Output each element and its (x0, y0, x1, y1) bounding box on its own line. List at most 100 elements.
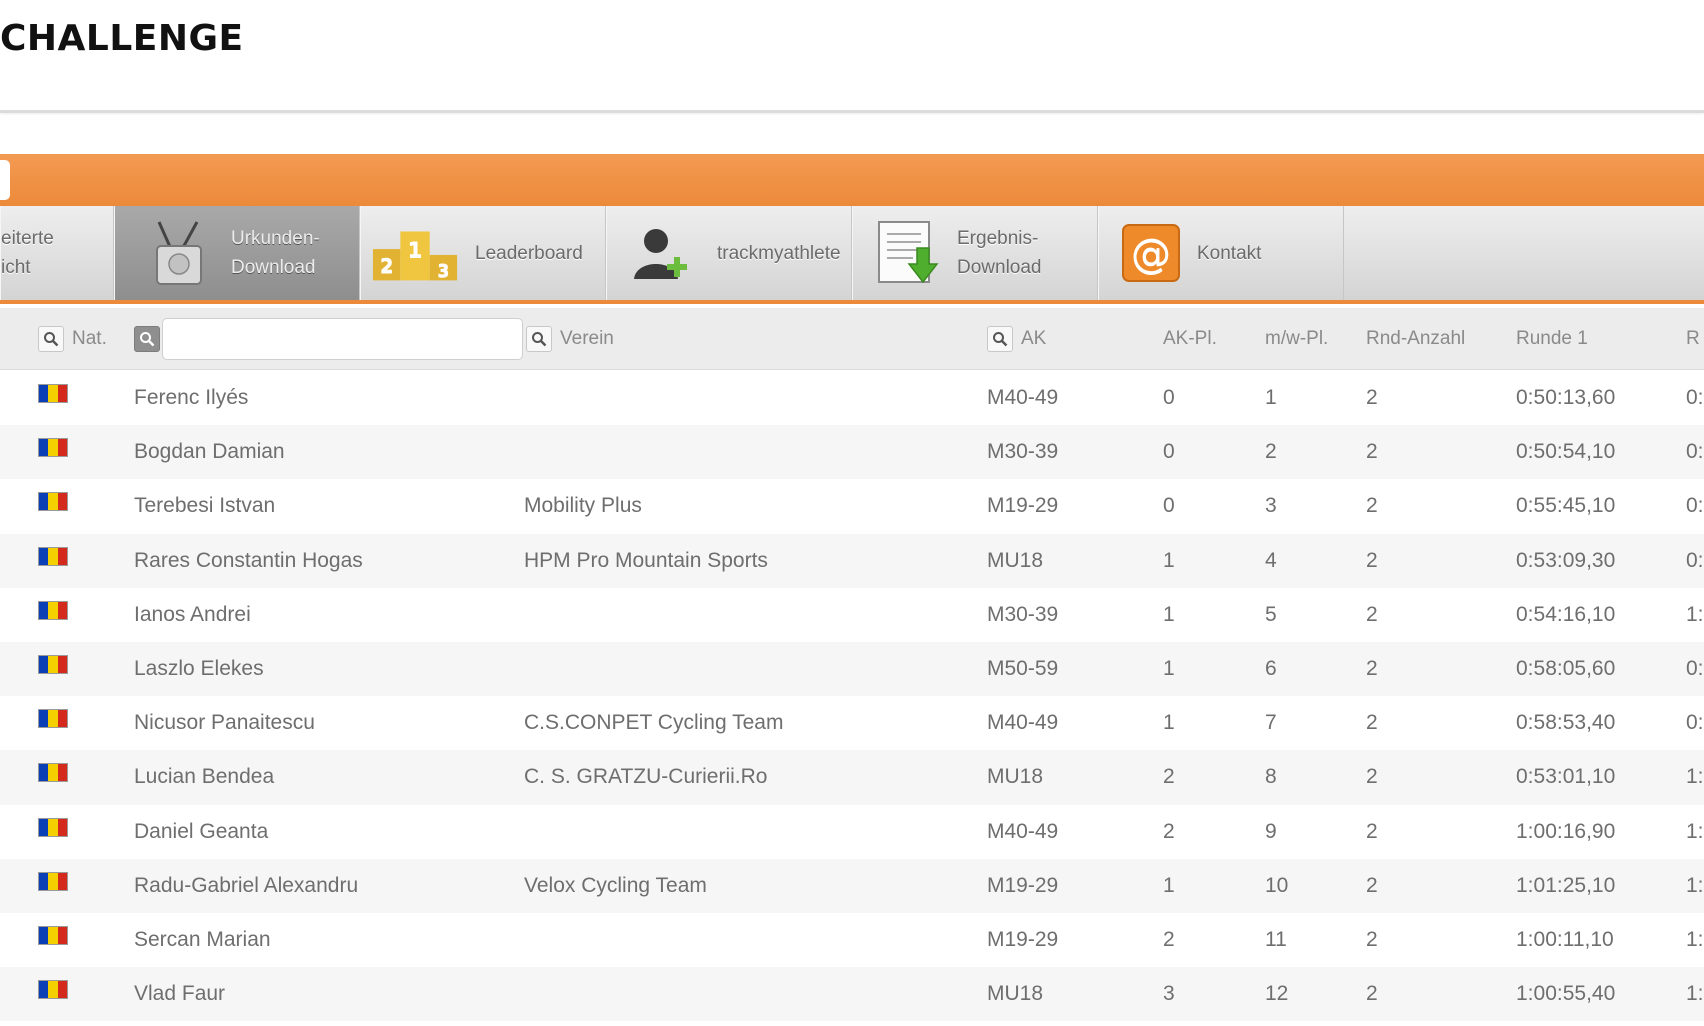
cell-name: Daniel Geanta (134, 819, 269, 843)
cell-r1: 0:58:53,40 (1516, 711, 1616, 735)
cell-r1: 1:00:55,40 (1516, 982, 1616, 1006)
cell-r1: 1:01:25,10 (1516, 873, 1616, 897)
th-mw-label: m/w-Pl. (1265, 328, 1329, 349)
th-nat: Nat. (38, 308, 107, 370)
table-row[interactable]: Laszlo Elekes M50-59 1 6 2 0:58:05,60 0: (0, 641, 1704, 697)
table-row[interactable]: Nicusor Panaitescu C.S.CONPET Cycling Tea… (0, 696, 1704, 750)
cell-rnd: 2 (1366, 927, 1378, 951)
podium-icon: 2 1 3 (371, 223, 461, 283)
cell-r2: 0: (1686, 657, 1704, 681)
results-table-body: Ferenc Ilyés M40-49 0 1 2 0:50:13,60 0: Bogdan … (0, 371, 1704, 1022)
search-icon[interactable] (987, 326, 1013, 352)
th-runde2-label: R (1686, 328, 1700, 349)
cell-name: Ferenc Ilyés (134, 386, 249, 410)
cell-name: Bogdan Damian (134, 440, 285, 464)
th-runde1-label: Runde 1 (1516, 328, 1588, 349)
cell-mw: 1 (1265, 386, 1277, 410)
th-runde1[interactable]: Runde 1 (1516, 308, 1588, 370)
svg-text:@: @ (1131, 231, 1171, 277)
cell-r2: 0: (1686, 548, 1704, 572)
cell-mw: 5 (1265, 602, 1277, 626)
cell-ak: M50-59 (987, 657, 1059, 681)
cell-rnd: 2 (1366, 982, 1378, 1006)
cell-rnd: 2 (1366, 440, 1378, 464)
podium-second: 2 (380, 255, 394, 278)
nav-item-kontakt[interactable]: @ Kontakt (1098, 206, 1344, 300)
table-row[interactable]: Rares Constantin Hogas HPM Pro Mountain S… (0, 533, 1704, 588)
th-runde2[interactable]: R (1686, 308, 1700, 370)
table-row[interactable]: Sercan Marian M19-29 2 11 2 1:00:11,10 1: (0, 913, 1704, 967)
table-row[interactable]: Radu-Gabriel Alexandru Velox Cycling Team… (0, 858, 1704, 913)
nav-item-label: Ergebnis- Download (957, 228, 1042, 278)
cell-ak: M19-29 (987, 927, 1059, 951)
cell-akpl: 3 (1163, 982, 1175, 1006)
cell-akpl: 1 (1163, 711, 1175, 735)
cell-ak: MU18 (987, 982, 1044, 1006)
user-add-icon (627, 225, 697, 281)
cell-r1: 0:58:05,60 (1516, 657, 1616, 681)
cell-name: Radu-Gabriel Alexandru (134, 873, 359, 897)
cell-club: Mobility Plus (524, 494, 642, 518)
certificate-medal-icon (139, 220, 219, 286)
cell-name: Lucian Bendea (134, 765, 275, 789)
nav-item-label: trackmyathlete (717, 242, 841, 264)
cell-r1: 0:53:01,10 (1516, 765, 1616, 789)
nav-item-label: Kontakt (1197, 242, 1262, 264)
table-row[interactable]: Bogdan Damian M30-39 0 2 2 0:50:54,10 0: (0, 425, 1704, 480)
cell-akpl: 0 (1163, 494, 1175, 518)
th-mw[interactable]: m/w-Pl. (1265, 308, 1328, 370)
cell-mw: 3 (1265, 494, 1277, 518)
search-icon[interactable] (526, 326, 552, 352)
th-akpl-label: AK-Pl. (1163, 328, 1217, 349)
tab-stub[interactable] (0, 160, 10, 200)
cell-name: Vlad Faur (134, 982, 226, 1006)
cell-ak: M30-39 (987, 440, 1059, 464)
name-search-input[interactable] (162, 318, 523, 360)
flag-romania-icon (38, 763, 68, 783)
cell-r2: 1: (1686, 765, 1704, 789)
cell-mw: 9 (1265, 819, 1277, 843)
nav-item-erweiterte[interactable]: eiterte icht (0, 206, 114, 300)
table-row[interactable]: Vlad Faur MU18 3 12 2 1:00:55,40 1: (0, 967, 1704, 1022)
cell-mw: 2 (1265, 440, 1277, 464)
cell-r1: 1:00:16,90 (1516, 819, 1616, 843)
cell-name: Terebesi Istvan (134, 494, 276, 518)
nav-item-urkunden-download[interactable]: Urkunden- Download (114, 206, 360, 300)
cell-r1: 0:50:13,60 (1516, 386, 1616, 410)
table-row[interactable]: Lucian Bendea C. S. GRATZU-Curierii.Ro MU1… (0, 750, 1704, 805)
flag-romania-icon (38, 384, 68, 403)
flag-romania-icon (38, 871, 68, 891)
cell-mw: 12 (1265, 982, 1289, 1006)
cell-akpl: 2 (1163, 927, 1175, 951)
cell-akpl: 1 (1163, 548, 1175, 572)
cell-r2: 0: (1686, 494, 1704, 518)
cell-rnd: 2 (1366, 873, 1378, 897)
nav-item-ergebnis-download[interactable]: Ergebnis- Download (852, 206, 1098, 300)
cell-name: Ianos Andrei (134, 602, 251, 626)
th-verein: Verein (526, 308, 614, 370)
cell-r2: 0: (1686, 440, 1704, 464)
cell-ak: M30-39 (987, 602, 1059, 626)
cell-rnd: 2 (1366, 386, 1378, 410)
table-row[interactable]: Terebesi Istvan Mobility Plus M19-29 0 3 2 0:5… (0, 479, 1704, 533)
nav-item-leaderboard[interactable]: 2 1 3 Leaderboard (360, 206, 606, 300)
cell-ak: M40-49 (987, 819, 1059, 843)
cell-mw: 11 (1265, 927, 1287, 951)
table-row[interactable]: Daniel Geanta M40-49 2 9 2 1:00:16,90 1: (0, 805, 1704, 859)
cell-mw: 6 (1265, 657, 1277, 681)
cell-rnd: 2 (1366, 602, 1378, 626)
podium-third: 3 (437, 261, 449, 281)
th-akpl[interactable]: AK-Pl. (1163, 308, 1217, 370)
cell-rnd: 2 (1366, 765, 1378, 789)
table-row[interactable]: Ferenc Ilyés M40-49 0 1 2 0:50:13,60 0: (0, 371, 1704, 425)
nav-item-label: Urkunden- Download (231, 228, 320, 278)
search-icon[interactable] (38, 326, 64, 352)
nav-item-trackmyathlete[interactable]: trackmyathlete (606, 206, 852, 300)
th-rnd[interactable]: Rnd-Anzahl (1366, 308, 1465, 370)
table-row[interactable]: Ianos Andrei M30-39 1 5 2 0:54:16,10 1: (0, 588, 1704, 642)
flag-romania-icon (38, 492, 68, 512)
flag-romania-icon (38, 925, 68, 945)
search-icon[interactable] (134, 326, 160, 352)
cell-akpl: 2 (1163, 765, 1175, 789)
th-rnd-label: Rnd-Anzahl (1366, 328, 1466, 349)
